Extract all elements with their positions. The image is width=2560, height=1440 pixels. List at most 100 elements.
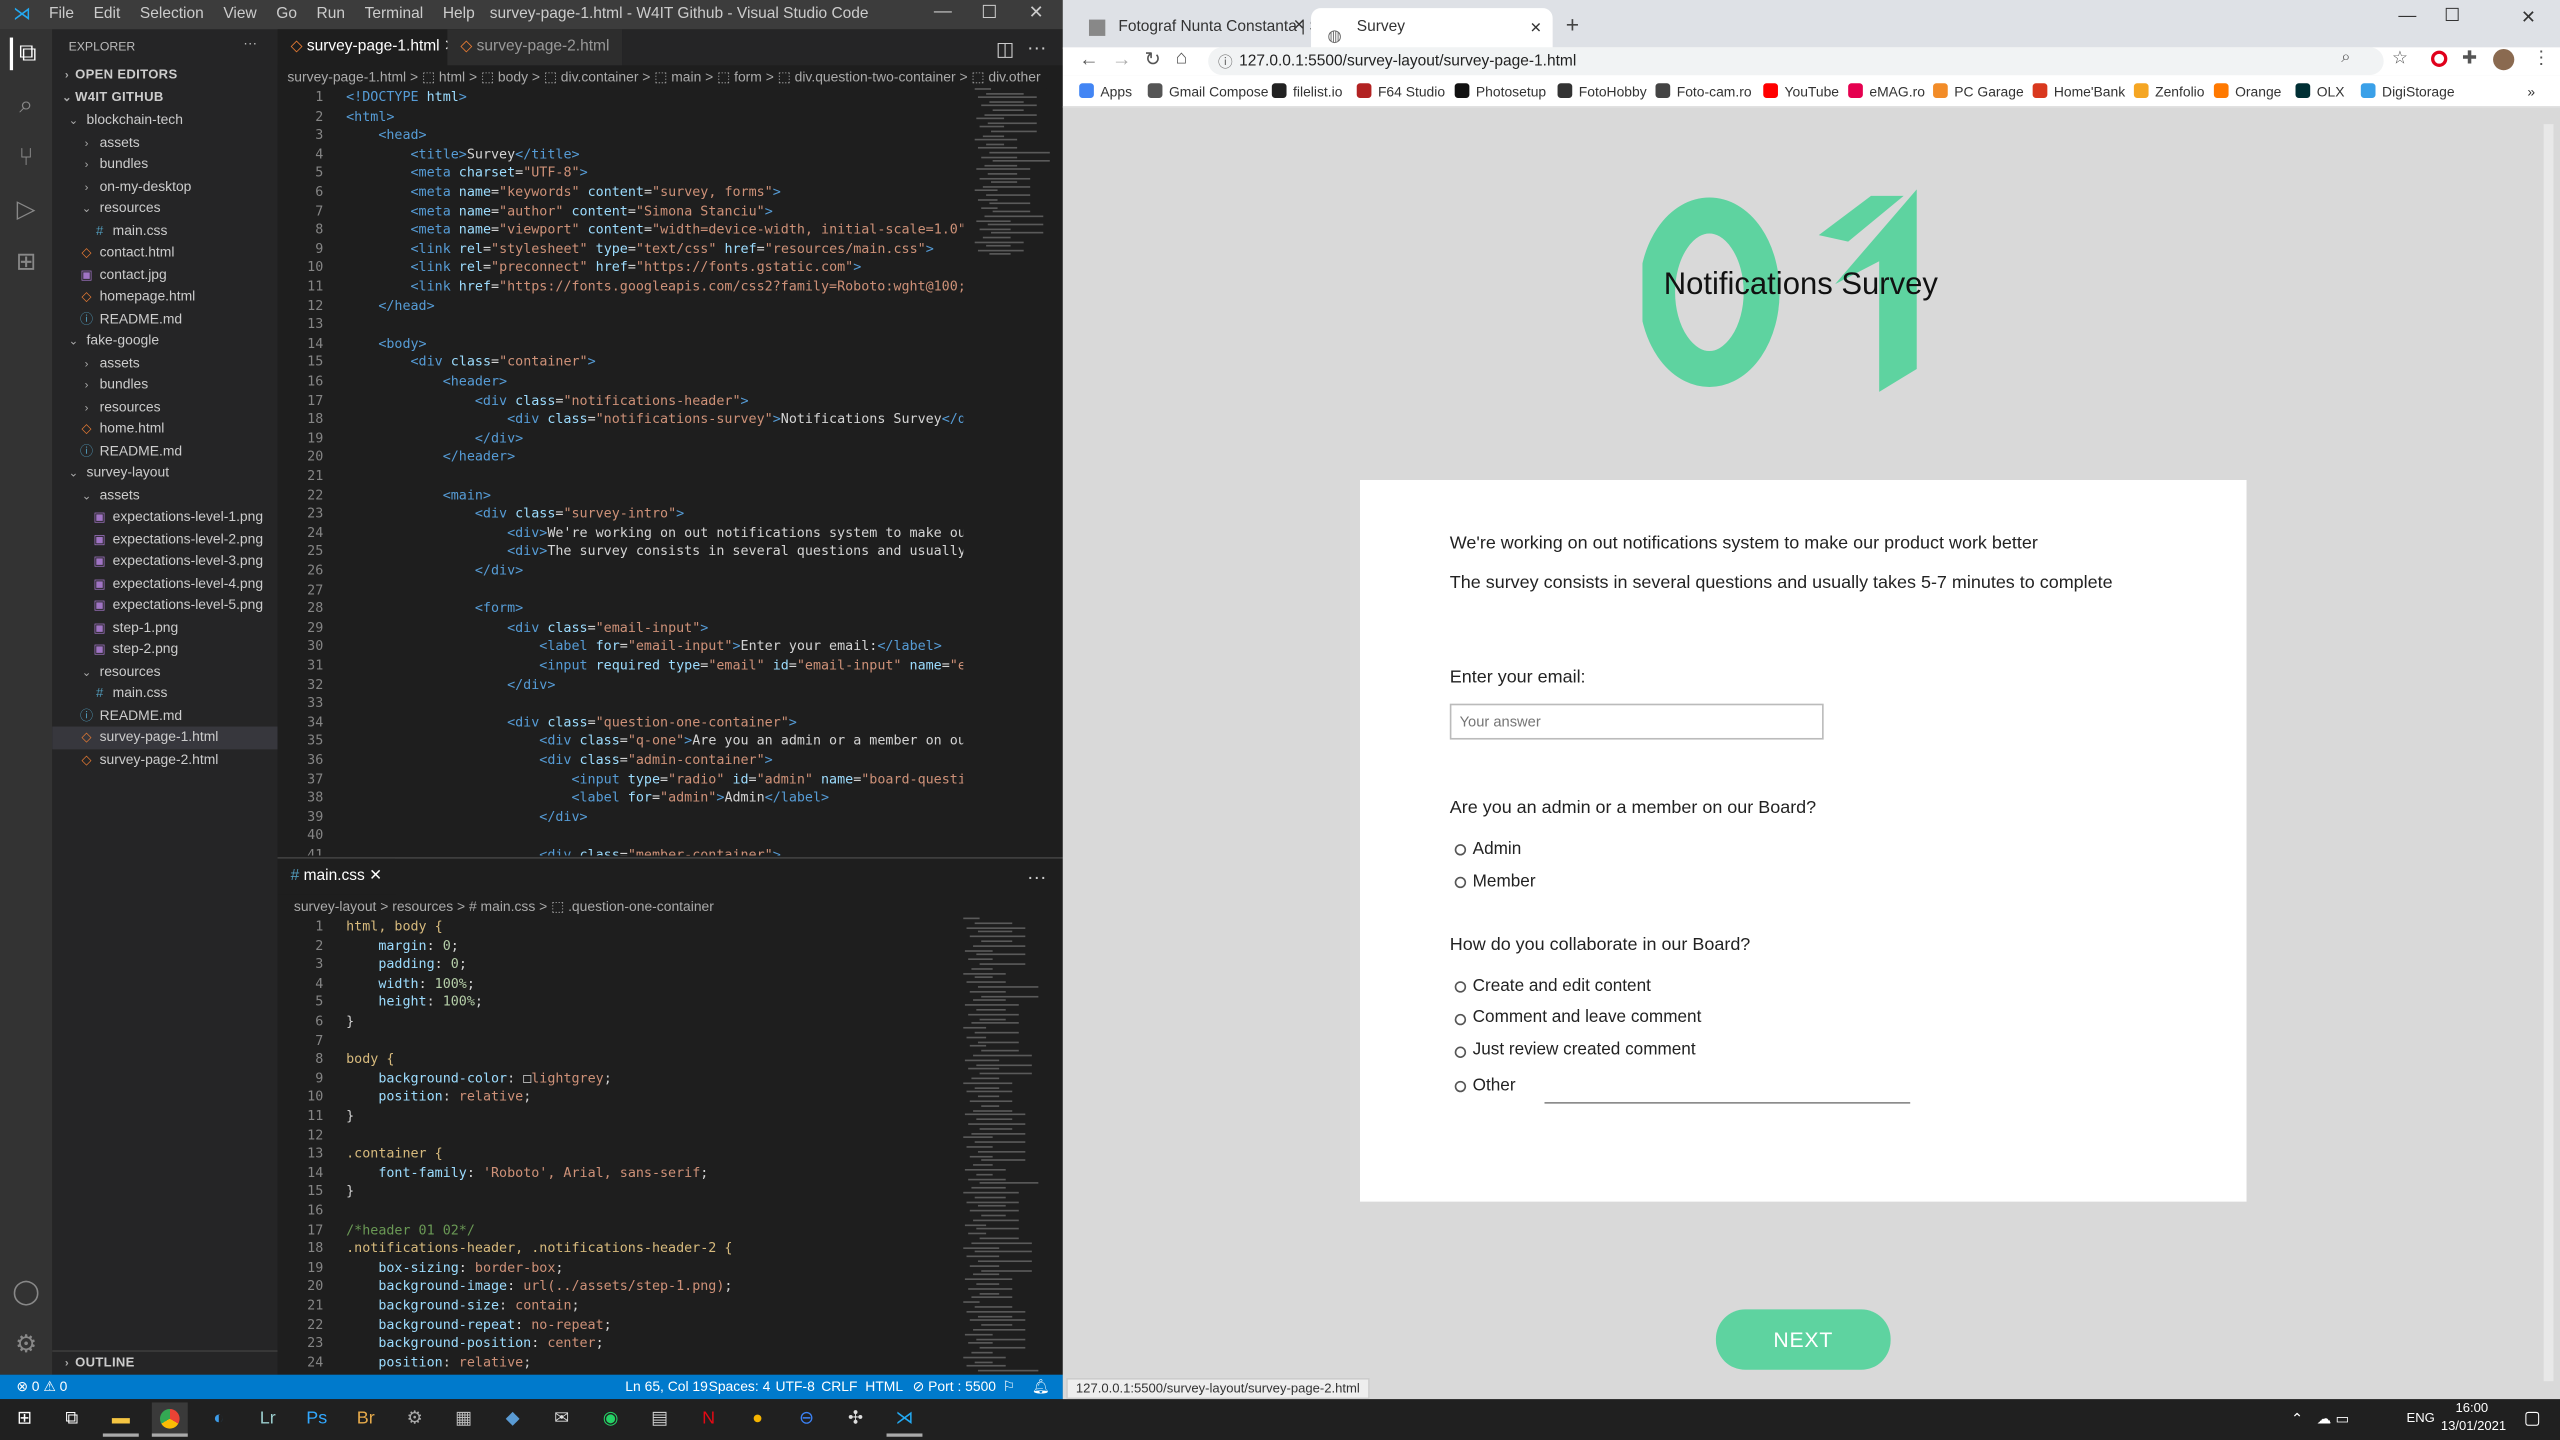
css-code[interactable]: 1 html, body {2 margin: 0; 3 padding: 0; 4 …: [278, 918, 1063, 1375]
tab-close-icon[interactable]: ✕: [369, 867, 382, 885]
bookmark-item[interactable]: Gmail Compose: [1147, 75, 1268, 108]
tree-folder[interactable]: ⌄ fake-google: [52, 330, 277, 352]
encoding[interactable]: UTF-8: [776, 1375, 815, 1399]
code-line[interactable]: 6 <meta name="keywords" content="survey,…: [278, 183, 964, 202]
menu-terminal[interactable]: Terminal: [365, 5, 424, 23]
notification-center-icon[interactable]: ▢: [2514, 1402, 2550, 1436]
code-line[interactable]: 16 <header>: [278, 372, 964, 391]
settings-gear-icon[interactable]: ⚙: [397, 1402, 433, 1436]
netflix-icon[interactable]: N: [691, 1402, 727, 1436]
language-indicator[interactable]: ENG: [2407, 1411, 2435, 1426]
code-line[interactable]: 28 <form>: [278, 599, 964, 618]
code-line[interactable]: 8 <meta name="viewport" content="width=d…: [278, 221, 963, 240]
member-label[interactable]: Member: [1473, 872, 1536, 892]
code-line[interactable]: 11}: [278, 1107, 964, 1126]
more-actions-icon[interactable]: ···: [1027, 36, 1047, 59]
app-icon[interactable]: ▦: [446, 1402, 482, 1436]
code-line[interactable]: 14 <body>: [278, 334, 964, 353]
extensions-icon[interactable]: ⊞: [10, 247, 43, 280]
code-line[interactable]: 24 <div>We're working on out notificatio…: [278, 524, 963, 543]
tab-survey[interactable]: ◍ Survey ✕: [1311, 8, 1553, 48]
minimize-icon[interactable]: —: [934, 2, 952, 22]
app-icon[interactable]: ◆: [495, 1402, 531, 1436]
bridge-icon[interactable]: Br: [348, 1402, 384, 1436]
breadcrumb[interactable]: survey-page-1.html > ⬚ html > ⬚ body > ⬚…: [278, 65, 1063, 88]
code-line[interactable]: 4 width: 100%;: [278, 974, 964, 993]
minimap[interactable]: [963, 917, 1039, 1375]
menu-help[interactable]: Help: [443, 5, 475, 23]
code-line[interactable]: 19 box-sizing: border-box;: [278, 1258, 964, 1277]
code-line[interactable]: 13: [278, 315, 964, 334]
bookmark-item[interactable]: Orange: [2213, 75, 2281, 108]
maximize-icon[interactable]: ☐: [981, 2, 997, 23]
tree-file[interactable]: ▣ expectations-level-5.png: [52, 594, 277, 616]
split-editor-icon[interactable]: ◫: [996, 38, 1015, 61]
menu-file[interactable]: File: [49, 5, 74, 23]
code-line[interactable]: 19 </div>: [278, 429, 964, 448]
bookmark-item[interactable]: Foto-cam.ro: [1655, 75, 1752, 108]
profile-avatar[interactable]: [2493, 48, 2515, 71]
new-tab-icon[interactable]: +: [1566, 11, 1579, 37]
tree-folder[interactable]: ⌄ resources: [52, 660, 277, 682]
code-line[interactable]: 18 .notifications-header, .notifications-…: [278, 1239, 964, 1258]
tree-file[interactable]: ▣ step-1.png: [52, 616, 277, 638]
source-control-icon[interactable]: ⑂: [10, 142, 43, 175]
html-code[interactable]: 1 <!DOCTYPE html> 2 <html> 3 <head> 4 <title>…: [278, 88, 1063, 855]
address-bar[interactable]: ⓘ 127.0.0.1:5500/survey-layout/survey-pa…: [1208, 47, 2384, 76]
code-line[interactable]: 26 </div>: [278, 562, 964, 581]
tree-file[interactable]: ▣ expectations-level-2.png: [52, 528, 277, 550]
language-mode[interactable]: HTML: [865, 1375, 903, 1399]
code-line[interactable]: 12 </head>: [278, 296, 964, 315]
code-line[interactable]: 34 <div class="question-one-container">: [278, 713, 964, 732]
code-line[interactable]: 22 <main>: [278, 486, 964, 505]
more-actions-icon[interactable]: ···: [243, 34, 257, 50]
breadcrumb-css[interactable]: survey-layout > resources > # main.css >…: [278, 895, 1063, 918]
tree-file[interactable]: ▣ expectations-level-1.png: [52, 506, 277, 528]
menu-go[interactable]: Go: [276, 5, 297, 23]
forward-icon[interactable]: →: [1112, 47, 1132, 70]
code-line[interactable]: 14 font-family: 'Roboto', Arial, sans-se…: [278, 1164, 964, 1183]
create-edit-label[interactable]: Create and edit content: [1473, 976, 1651, 996]
menu-run[interactable]: Run: [317, 5, 345, 23]
start-windows-icon[interactable]: ⊞: [7, 1402, 43, 1436]
tree-file[interactable]: ◇ contact.html: [52, 242, 277, 264]
next-button[interactable]: NEXT: [1715, 1309, 1891, 1370]
code-line[interactable]: 25 <div>The survey consists in several q…: [278, 543, 963, 562]
tree-file[interactable]: ⓘ README.md: [52, 440, 277, 462]
tab-fotograf[interactable]: Fotograf Nunta Constanta | Sim: [1073, 8, 1311, 47]
tab-survey-page-2[interactable]: ◇ survey-page-2.html: [447, 29, 623, 66]
bookmark-item[interactable]: PC Garage: [1933, 75, 2024, 108]
info-icon[interactable]: ⓘ: [1218, 51, 1233, 72]
code-line[interactable]: 7 <meta name="author" content="Simona St…: [278, 202, 964, 221]
chrome-taskbar-icon[interactable]: [151, 1402, 188, 1437]
review-radio[interactable]: [1454, 1046, 1467, 1058]
chrome-menu-icon[interactable]: ⋮: [2532, 47, 2550, 69]
explorer-icon[interactable]: ⧉: [9, 37, 43, 71]
code-line[interactable]: 7: [278, 1031, 964, 1050]
tree-file[interactable]: # main.css: [52, 682, 277, 704]
code-line[interactable]: 32 </div>: [278, 675, 964, 694]
tree-file[interactable]: ⓘ README.md: [52, 308, 277, 330]
code-line[interactable]: 13 .container {: [278, 1145, 964, 1164]
code-line[interactable]: 5 <meta charset="UTF-8">: [278, 164, 964, 183]
problems-count[interactable]: ⊗ 0 ⚠ 0: [16, 1375, 67, 1399]
member-radio[interactable]: [1454, 876, 1467, 889]
settings-gear-icon[interactable]: ⚙: [10, 1329, 43, 1362]
bookmark-item[interactable]: DigiStorage: [2360, 75, 2455, 108]
tree-file[interactable]: ▣ expectations-level-3.png: [52, 550, 277, 572]
comment-label[interactable]: Comment and leave comment: [1473, 1007, 1702, 1027]
comment-radio[interactable]: [1454, 1013, 1467, 1026]
create-edit-radio[interactable]: [1454, 981, 1467, 993]
tree-file[interactable]: # main.css: [52, 220, 277, 242]
app-icon[interactable]: ⊖: [789, 1402, 825, 1436]
indentation[interactable]: Spaces: 4: [709, 1375, 771, 1399]
page-scrollbar[interactable]: [2543, 124, 2554, 1382]
tree-file[interactable]: ◇ home.html: [52, 418, 277, 440]
tree-file[interactable]: ▣ step-2.png: [52, 638, 277, 660]
tray-chevron-icon[interactable]: ⌃: [2279, 1402, 2315, 1436]
extensions-puzzle-icon[interactable]: ✚: [2462, 47, 2477, 69]
app-icon[interactable]: ✣: [838, 1402, 874, 1436]
code-line[interactable]: 3 padding: 0;: [278, 955, 964, 974]
line-ending[interactable]: CRLF: [821, 1375, 857, 1399]
bookmark-item[interactable]: Home'Bank: [2032, 75, 2125, 108]
